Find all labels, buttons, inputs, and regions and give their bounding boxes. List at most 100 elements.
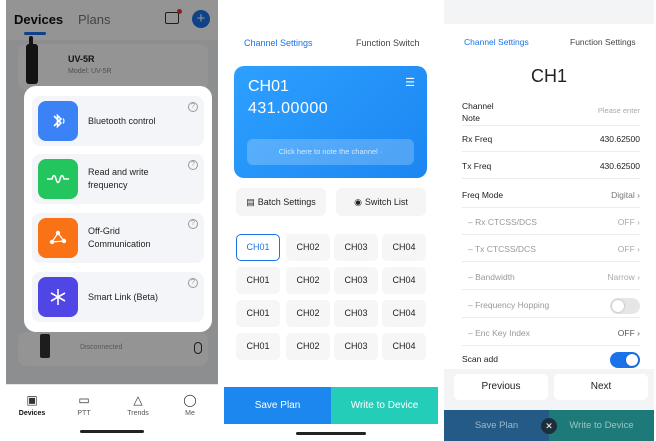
- enc-key-value: OFF ›: [618, 328, 640, 338]
- row-label: Freq Mode: [462, 190, 504, 200]
- nav-ptt[interactable]: ▭ PTT: [64, 393, 104, 417]
- channel-cell[interactable]: CH02: [286, 300, 330, 327]
- sliders-icon[interactable]: ☰: [405, 76, 415, 89]
- freq-hopping-row: – Frequency Hopping: [462, 292, 640, 318]
- popup-item-read-write[interactable]: Read and write frequency ?: [32, 154, 204, 204]
- tx-ctcss-row[interactable]: – Tx CTCSS/DCS OFF ›: [462, 236, 640, 262]
- help-icon[interactable]: ?: [188, 160, 198, 170]
- batch-settings-label: Batch Settings: [257, 197, 316, 207]
- scan-add-row: Scan add: [462, 346, 640, 372]
- switch-list-label: Switch List: [364, 197, 408, 207]
- nav-label: PTT: [77, 410, 91, 417]
- next-button[interactable]: Next: [554, 374, 648, 400]
- popup-item-label: Smart Link (Beta): [88, 292, 159, 302]
- channel-cell[interactable]: CH04: [382, 234, 426, 261]
- nav-devices[interactable]: ▣ Devices: [12, 393, 52, 417]
- write-to-device-button[interactable]: Write to Device: [549, 410, 654, 441]
- channel-cell[interactable]: CH01: [236, 300, 280, 327]
- batch-settings-button[interactable]: ▤ Batch Settings: [236, 188, 326, 216]
- bandwidth-text: Bandwidth: [475, 272, 515, 282]
- save-plan-button[interactable]: Save Plan: [444, 410, 549, 441]
- channel-cell[interactable]: CH04: [382, 267, 426, 294]
- popup-item-off-grid[interactable]: Off-Grid Communication ?: [32, 213, 204, 263]
- chevron-right-icon: ›: [637, 272, 640, 282]
- channel-cell[interactable]: CH01: [236, 333, 280, 360]
- freq-mode-value: Digital ›: [611, 190, 640, 200]
- row-label: – Bandwidth: [468, 272, 515, 282]
- popup-item-bluetooth[interactable]: Bluetooth control ?: [32, 96, 204, 146]
- row-label: – Enc Key Index: [468, 328, 530, 338]
- channel-note-input[interactable]: Please enter: [598, 106, 640, 115]
- nav-label: Trends: [127, 410, 149, 417]
- bandwidth-value-text: Narrow: [607, 272, 635, 282]
- chevron-right-icon: ›: [637, 244, 640, 254]
- channel-cell[interactable]: CH04: [382, 333, 426, 360]
- row-label: Channel Note: [462, 101, 494, 123]
- tab-channel-settings[interactable]: Channel Settings: [244, 38, 313, 48]
- current-channel-name: CH01: [248, 78, 289, 95]
- channel-screen: Channel Settings Function Switch CH01 43…: [224, 0, 438, 441]
- save-plan-button[interactable]: Save Plan: [224, 387, 331, 424]
- help-icon[interactable]: ?: [188, 102, 198, 112]
- me-icon: ◯: [183, 393, 197, 407]
- rx-ctcss-value: OFF ›: [618, 217, 640, 227]
- row-label: Rx Freq: [462, 134, 493, 144]
- bandwidth-row[interactable]: – Bandwidth Narrow ›: [462, 264, 640, 290]
- freq-hopping-toggle[interactable]: [610, 298, 640, 314]
- network-icon: [38, 218, 78, 258]
- channel-cell[interactable]: CH02: [286, 267, 330, 294]
- freq-mode-row[interactable]: Freq Mode Digital ›: [462, 182, 640, 208]
- tab-channel-settings[interactable]: Channel Settings: [464, 37, 529, 47]
- channel-cell[interactable]: CH03: [334, 300, 378, 327]
- channel-cell[interactable]: CH03: [334, 333, 378, 360]
- channel-note-row[interactable]: Channel Note Please enter: [462, 96, 640, 126]
- rx-ctcss-value-text: OFF: [617, 217, 635, 227]
- channel-cell[interactable]: CH01: [236, 234, 280, 261]
- bluetooth-icon: [38, 101, 78, 141]
- rx-freq-value: 430.62500: [599, 134, 640, 144]
- devices-icon: ▣: [26, 393, 38, 407]
- freq-mode-text: Digital: [611, 190, 635, 200]
- channel-cell[interactable]: CH03: [334, 267, 378, 294]
- waveform-icon: [38, 159, 78, 199]
- close-icon[interactable]: ✕: [541, 418, 557, 434]
- tab-function-settings[interactable]: Function Settings: [570, 37, 636, 47]
- rx-freq-row[interactable]: Rx Freq 430.62500: [462, 126, 640, 152]
- chevron-right-icon: ›: [637, 190, 640, 200]
- channel-cell[interactable]: CH04: [382, 300, 426, 327]
- action-bar: Save Plan Write to Device ✕: [444, 410, 654, 441]
- popup-item-smart-link[interactable]: Smart Link (Beta) ?: [32, 272, 204, 322]
- tx-freq-row[interactable]: Tx Freq 430.62500: [462, 153, 640, 179]
- row-label: – Frequency Hopping: [468, 300, 550, 310]
- channel-cell[interactable]: CH01: [236, 267, 280, 294]
- row-label: – Rx CTCSS/DCS: [468, 217, 537, 227]
- help-icon[interactable]: ?: [188, 278, 198, 288]
- tab-function-switch[interactable]: Function Switch: [356, 38, 420, 48]
- channel-cell[interactable]: CH02: [286, 333, 330, 360]
- toggle-knob: [612, 300, 624, 312]
- channel-cell[interactable]: CH02: [286, 234, 330, 261]
- channel-cell[interactable]: CH03: [334, 234, 378, 261]
- nav-label: Me: [185, 410, 195, 417]
- help-icon[interactable]: ?: [188, 219, 198, 229]
- write-to-device-button[interactable]: Write to Device: [331, 387, 438, 424]
- app-screenshots: Devices Plans + UV-5R Model: UV-5R Disco…: [0, 0, 656, 441]
- row-label: Scan add: [462, 354, 498, 364]
- nav-me[interactable]: ◯ Me: [170, 393, 210, 417]
- rx-ctcss-row[interactable]: – Rx CTCSS/DCS OFF ›: [462, 209, 640, 235]
- channel-tabs: Channel Settings Function Switch: [224, 0, 438, 60]
- nav-trends[interactable]: △ Trends: [118, 393, 158, 417]
- scan-add-toggle[interactable]: [610, 352, 640, 368]
- popup-item-label: Off-Grid Communication: [88, 226, 151, 249]
- switch-list-button[interactable]: ◉ Switch List: [336, 188, 426, 216]
- enc-key-value-text: OFF: [617, 328, 635, 338]
- trends-icon: △: [133, 393, 143, 407]
- rx-ctcss-text: Rx CTCSS/DCS: [475, 217, 537, 227]
- channel-note-button[interactable]: Click here to note the channel ·: [247, 139, 414, 165]
- popup-item-label: Read and write frequency: [88, 167, 149, 190]
- previous-button[interactable]: Previous: [454, 374, 548, 400]
- batch-icon: ▤: [246, 197, 255, 207]
- toggle-knob: [626, 354, 638, 366]
- nav-label: Devices: [18, 410, 46, 417]
- enc-key-row[interactable]: – Enc Key Index OFF ›: [462, 320, 640, 346]
